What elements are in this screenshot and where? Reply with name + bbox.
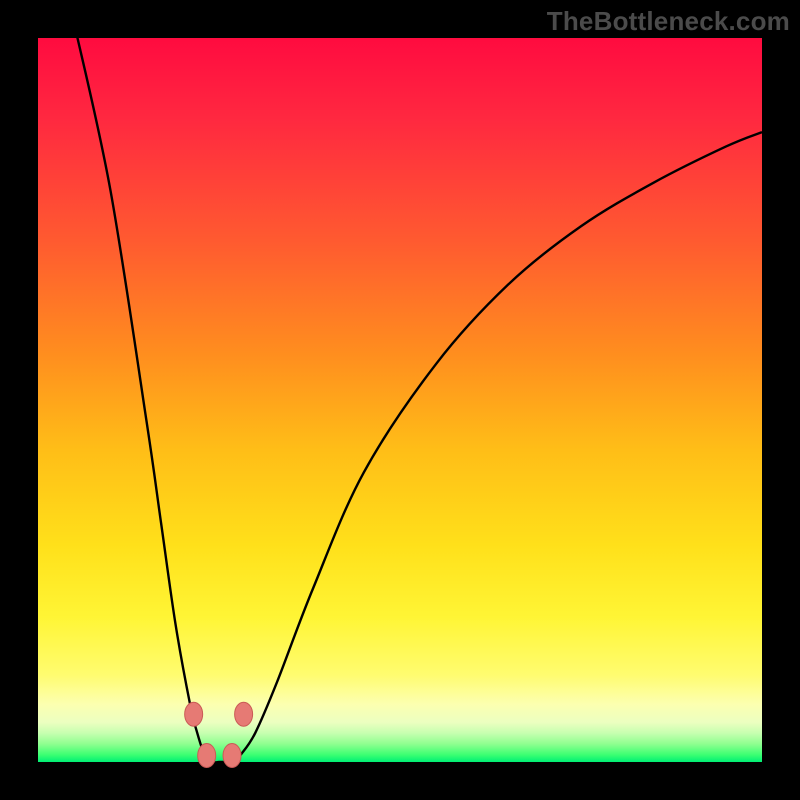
curve-marker [198, 743, 216, 767]
curve-marker [185, 702, 203, 726]
bottleneck-curve [38, 38, 762, 762]
curve-marker [223, 743, 241, 767]
chart-frame: TheBottleneck.com [0, 0, 800, 800]
plot-area [38, 38, 762, 762]
curve-path [74, 24, 762, 763]
marker-group [185, 702, 253, 767]
watermark-text: TheBottleneck.com [547, 6, 790, 37]
curve-marker [235, 702, 253, 726]
